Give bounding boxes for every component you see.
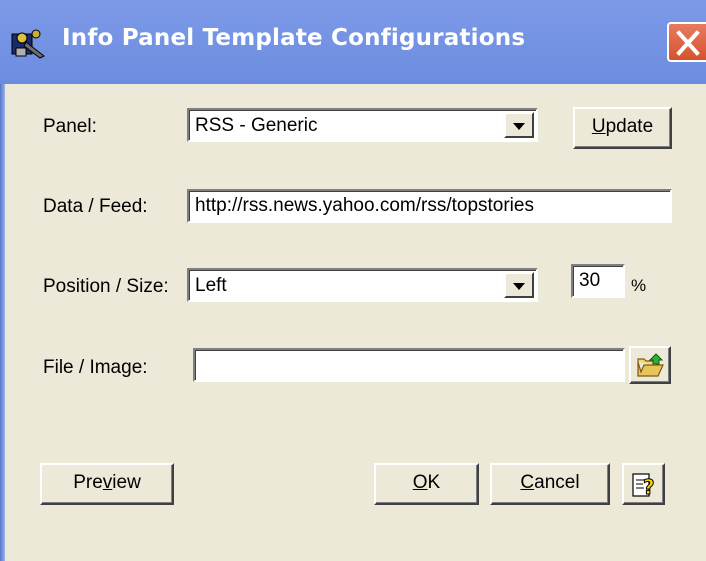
position-select[interactable]: Left [187, 268, 538, 302]
size-field[interactable]: 30 [571, 264, 625, 298]
size-unit-label: % [631, 276, 647, 295]
feed-label: Data / Feed: [43, 196, 148, 217]
window-border [0, 84, 5, 561]
file-path-field[interactable] [193, 348, 625, 382]
position-select-value: Left [195, 275, 227, 296]
title-bar[interactable]: Info Panel Template Configurations [0, 0, 706, 84]
window-title: Info Panel Template Configurations [62, 25, 526, 51]
ok-button[interactable]: OK [374, 463, 479, 505]
help-icon: ? [632, 473, 655, 500]
folder-open-icon [637, 353, 664, 377]
svg-text:?: ? [643, 475, 655, 499]
position-label: Position / Size: [43, 276, 169, 297]
app-icon [10, 26, 48, 60]
update-button[interactable]: Update [573, 107, 672, 149]
file-label: File / Image: [43, 357, 148, 378]
close-icon [676, 30, 700, 56]
panel-select-value: RSS - Generic [195, 115, 318, 136]
dialog-window: Info Panel Template Configurations Panel… [0, 0, 706, 561]
panel-label: Panel: [43, 116, 97, 137]
help-button[interactable]: ? [622, 463, 665, 505]
chevron-down-icon[interactable] [504, 112, 534, 138]
panel-select[interactable]: RSS - Generic [187, 108, 538, 142]
cancel-button[interactable]: Cancel [490, 463, 610, 505]
feed-url-field[interactable]: http://rss.news.yahoo.com/rss/topstories [187, 189, 672, 223]
chevron-down-icon[interactable] [504, 272, 534, 298]
browse-button[interactable] [629, 346, 671, 384]
close-button[interactable] [667, 22, 706, 62]
preview-button[interactable]: Preview [40, 463, 174, 505]
